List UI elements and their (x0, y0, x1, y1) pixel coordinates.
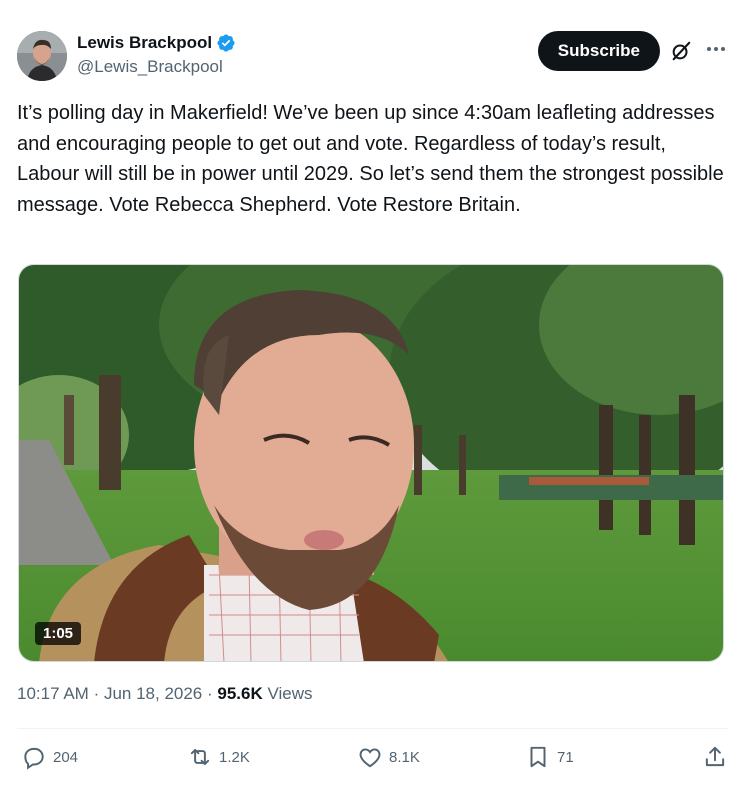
author-avatar[interactable] (17, 31, 67, 81)
video-duration: 1:05 (35, 622, 82, 645)
subscribe-button[interactable]: Subscribe (537, 31, 660, 71)
tweet-header: Lewis Brackpool @Lewis_Brackpool Subscri… (17, 31, 728, 83)
author-info: Lewis Brackpool @Lewis_Brackpool (77, 33, 236, 77)
views-count: 95.6K (217, 684, 263, 703)
repost-icon (190, 748, 210, 766)
tweet-date[interactable]: Jun 18, 2026 (104, 684, 202, 703)
reply-count: 204 (53, 748, 79, 766)
author-handle[interactable]: @Lewis_Brackpool (77, 57, 236, 77)
grok-icon[interactable] (670, 40, 692, 62)
video-frame (19, 265, 723, 661)
repost-button[interactable]: 1.2K (187, 744, 250, 770)
meta-separator: · (93, 684, 104, 703)
tweet-text: It’s polling day in Makerfield! We’ve be… (17, 102, 724, 216)
tweet-video[interactable]: 1:05 (18, 264, 724, 662)
divider (17, 728, 728, 729)
share-button[interactable] (702, 744, 728, 770)
bookmark-icon (530, 746, 546, 768)
bookmark-button[interactable]: 71 (525, 744, 574, 770)
views-label: Views (267, 684, 313, 703)
tweet-meta: 10:17 AM · Jun 18, 2026 · 95.6K Views (17, 684, 313, 704)
repost-count: 1.2K (219, 748, 250, 766)
share-icon (705, 746, 725, 767)
more-options-icon[interactable] (704, 37, 728, 61)
bookmark-count: 71 (557, 748, 574, 766)
reply-button[interactable]: 204 (21, 744, 78, 770)
heart-icon (359, 748, 381, 768)
meta-separator: · (207, 684, 218, 703)
verified-badge-icon[interactable] (216, 33, 236, 53)
like-button[interactable]: 8.1K (357, 744, 420, 770)
author-display-name[interactable]: Lewis Brackpool (77, 33, 212, 53)
reply-icon (24, 747, 44, 770)
tweet-actions: 204 1.2K 8.1K 71 (17, 744, 728, 774)
tweet-time[interactable]: 10:17 AM (17, 684, 89, 703)
like-count: 8.1K (389, 748, 420, 766)
